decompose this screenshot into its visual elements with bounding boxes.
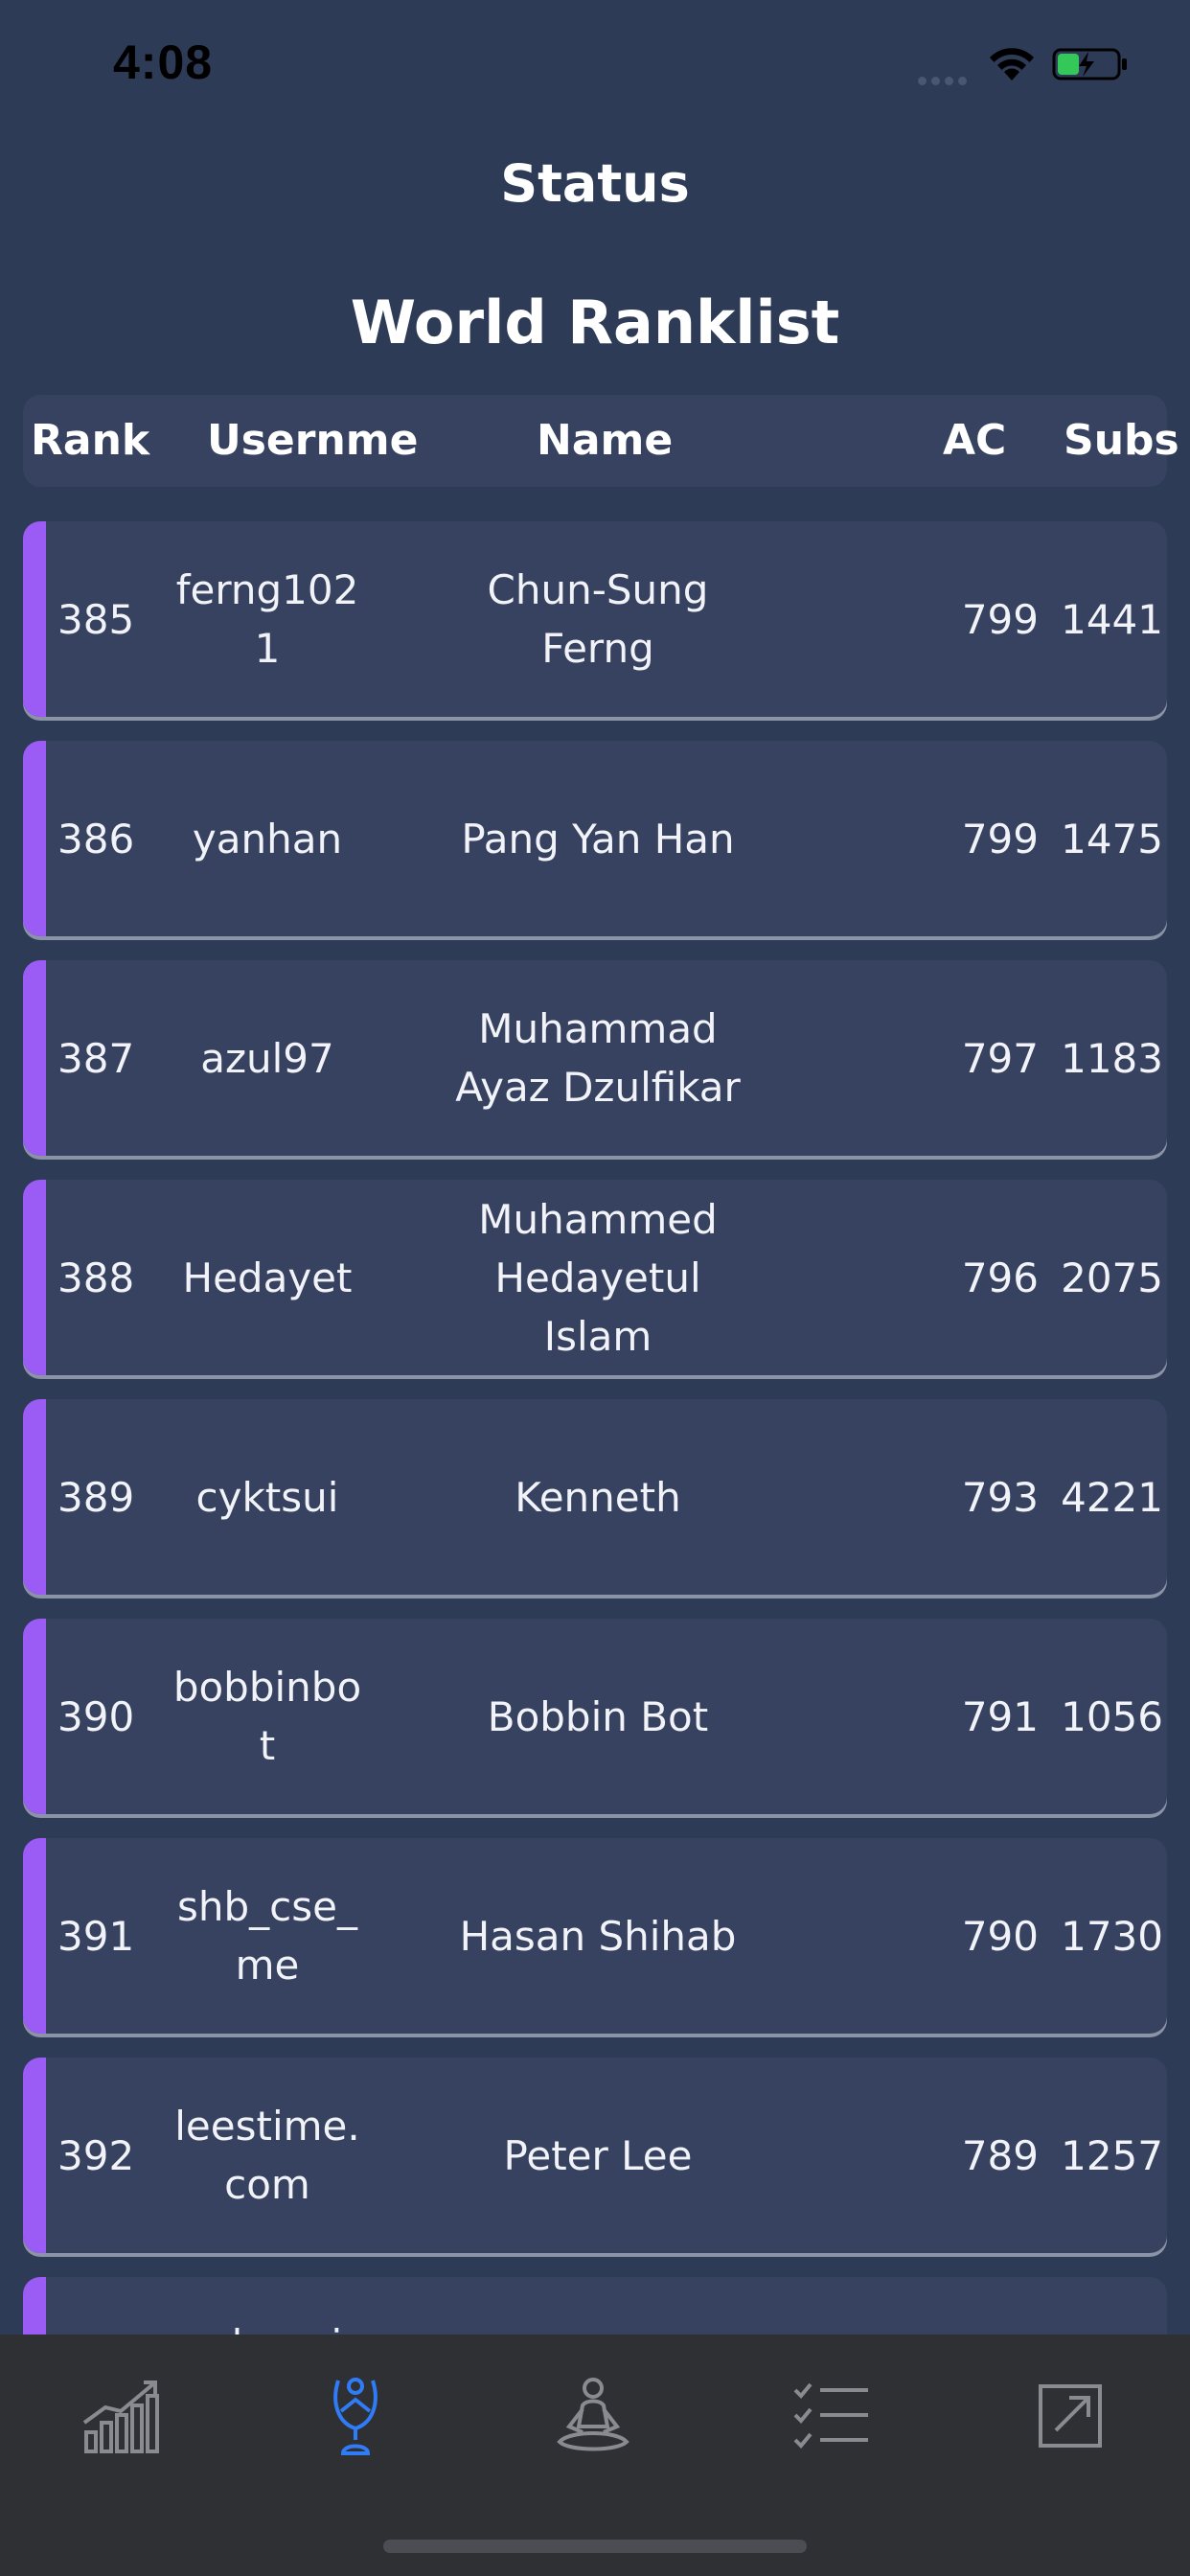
row-name: Pang Yan Han bbox=[461, 815, 735, 862]
status-time: 4:08 bbox=[113, 35, 214, 89]
row-username: leestime.com bbox=[174, 2103, 360, 2208]
row-rank: 386 bbox=[57, 815, 135, 862]
table-row[interactable]: 390 bobbinbot Bobbin Bot 791 1056 bbox=[23, 1619, 1167, 1814]
row-accent bbox=[23, 2277, 46, 2334]
row-ac bbox=[904, 2277, 1039, 2334]
row-name: Muhammed Hedayetul Islam bbox=[478, 1195, 718, 1360]
row-rank bbox=[57, 2277, 172, 2334]
bar-chart-icon[interactable] bbox=[77, 2373, 163, 2459]
row-username: yanhan bbox=[192, 815, 343, 862]
row-accent bbox=[23, 741, 46, 936]
battery-charging-icon bbox=[1052, 48, 1127, 80]
row-username: ferng1021 bbox=[175, 566, 359, 672]
row-subs: 1475 bbox=[1061, 815, 1163, 862]
table-header: Rank Usernme Name AC Subs bbox=[23, 395, 1179, 487]
row-ac: 789 bbox=[961, 2131, 1039, 2179]
row-name: Kenneth bbox=[515, 1473, 681, 1521]
table-row[interactable]: 385 ferng1021 Chun-Sung Ferng 799 1441 bbox=[23, 521, 1167, 717]
row-name: Muhammad Ayaz Dzulfikar bbox=[455, 1005, 741, 1111]
table-row[interactable]: 387 azul97 Muhammad Ayaz Dzulfikar 797 1… bbox=[23, 960, 1167, 1156]
cellular-signal-icon bbox=[918, 71, 972, 85]
row-subs bbox=[1039, 2277, 1167, 2334]
row-name bbox=[435, 2277, 761, 2334]
status-bar: 4:08 bbox=[0, 0, 1190, 134]
row-subs: 1183 bbox=[1061, 1034, 1163, 1082]
column-header-subs: Subs bbox=[1064, 416, 1179, 465]
column-header-rank: Rank bbox=[31, 416, 150, 465]
row-ac: 799 bbox=[961, 815, 1039, 862]
row-subs: 1730 bbox=[1061, 1912, 1163, 1960]
wifi-icon bbox=[990, 48, 1034, 80]
row-ac: 790 bbox=[961, 1912, 1039, 1960]
row-username: Hedayet bbox=[182, 1254, 353, 1301]
row-ac: 796 bbox=[961, 1254, 1039, 1301]
table-row[interactable]: 392 leestime.com Peter Lee 789 1257 bbox=[23, 2058, 1167, 2253]
row-rank: 385 bbox=[57, 595, 135, 643]
ranklist[interactable]: 385 ferng1021 Chun-Sung Ferng 799 1441 3… bbox=[23, 521, 1167, 2334]
row-ac: 797 bbox=[961, 1034, 1039, 1082]
row-rank: 388 bbox=[57, 1254, 135, 1301]
table-row[interactable]: 389 cyktsui Kenneth 793 4221 bbox=[23, 1399, 1167, 1595]
row-accent bbox=[23, 1619, 46, 1814]
column-header-username: Usernme bbox=[207, 416, 419, 465]
row-name: Chun-Sung Ferng bbox=[487, 566, 709, 672]
row-accent bbox=[23, 2058, 46, 2253]
ranklist-title: World Ranklist bbox=[350, 288, 840, 357]
row-name: Hasan Shihab bbox=[459, 1912, 737, 1960]
trophy-icon[interactable] bbox=[312, 2373, 399, 2459]
row-ac: 793 bbox=[961, 1473, 1039, 1521]
row-username: adaomi bbox=[167, 2277, 368, 2334]
row-rank: 389 bbox=[57, 1473, 135, 1521]
home-indicator bbox=[383, 2540, 807, 2553]
table-row[interactable]: 391 shb_cse_me Hasan Shihab 790 1730 bbox=[23, 1838, 1167, 2034]
column-header-name: Name bbox=[537, 416, 674, 465]
row-username: bobbinbot bbox=[172, 1664, 362, 1769]
row-rank: 391 bbox=[57, 1912, 135, 1960]
table-row[interactable]: 386 yanhan Pang Yan Han 799 1475 bbox=[23, 741, 1167, 936]
external-link-icon[interactable] bbox=[1027, 2373, 1113, 2459]
checklist-icon[interactable] bbox=[788, 2373, 874, 2459]
row-subs: 4221 bbox=[1061, 1473, 1163, 1521]
row-subs: 1441 bbox=[1061, 595, 1163, 643]
row-accent bbox=[23, 960, 46, 1156]
table-row[interactable]: adaomi bbox=[23, 2277, 1167, 2334]
row-accent bbox=[23, 521, 46, 717]
row-username: shb_cse_me bbox=[177, 1883, 357, 1989]
row-name: Peter Lee bbox=[503, 2131, 693, 2179]
page-title: Status bbox=[500, 153, 690, 214]
row-subs: 1056 bbox=[1061, 1692, 1163, 1740]
meditation-icon[interactable] bbox=[550, 2373, 636, 2459]
table-row[interactable]: 388 Hedayet Muhammed Hedayetul Islam 796… bbox=[23, 1180, 1167, 1375]
row-subs: 1257 bbox=[1061, 2131, 1163, 2179]
column-header-ac: AC bbox=[943, 416, 1007, 465]
row-rank: 390 bbox=[57, 1692, 135, 1740]
row-subs: 2075 bbox=[1061, 1254, 1163, 1301]
row-name: Bobbin Bot bbox=[487, 1692, 709, 1740]
row-username: azul97 bbox=[200, 1034, 334, 1082]
row-username: cyktsui bbox=[195, 1473, 339, 1521]
row-rank: 392 bbox=[57, 2131, 135, 2179]
row-ac: 791 bbox=[961, 1692, 1039, 1740]
row-accent bbox=[23, 1180, 46, 1375]
row-accent bbox=[23, 1838, 46, 2034]
row-rank: 387 bbox=[57, 1034, 135, 1082]
row-ac: 799 bbox=[961, 595, 1039, 643]
row-accent bbox=[23, 1399, 46, 1595]
